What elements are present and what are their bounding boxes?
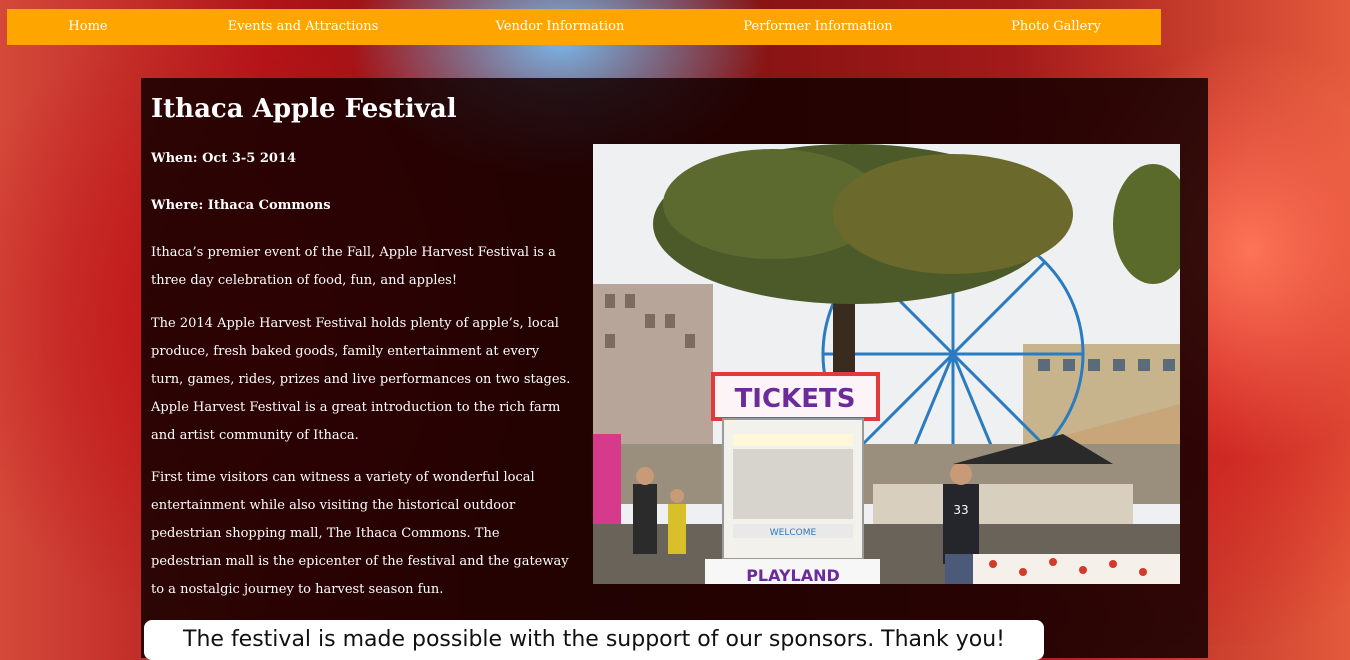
nav-home[interactable]: Home [47, 9, 129, 45]
nav-performer-information[interactable]: Performer Information [729, 9, 907, 45]
booth-welcome-text: WELCOME [770, 528, 817, 538]
shirt-number: 33 [953, 503, 968, 517]
playland-text: PLAYLAND [746, 566, 840, 584]
event-when: When: Oct 3-5 2014 [151, 151, 297, 166]
content-panel: Ithaca Apple Festival When: Oct 3-5 2014… [141, 78, 1208, 660]
nav-photo-gallery[interactable]: Photo Gallery [997, 9, 1115, 45]
visitors-paragraph: First time visitors can witness a variet… [151, 470, 569, 597]
nav-events-and-attractions[interactable]: Events and Attractions [212, 9, 394, 45]
festival-photo: 33 TICKETS WELCOME PLAYLAND [593, 144, 1180, 584]
page-title: Ithaca Apple Festival [151, 94, 457, 124]
top-nav: Home Events and Attractions Vendor Infor… [7, 9, 1161, 45]
sponsor-banner: The festival is made possible with the s… [144, 620, 1044, 660]
event-where: Where: Ithaca Commons [151, 198, 331, 213]
details-paragraph: The 2014 Apple Harvest Festival holds pl… [151, 316, 571, 443]
tickets-sign: TICKETS [735, 384, 856, 414]
intro-paragraph: Ithaca’s premier event of the Fall, Appl… [151, 245, 556, 288]
nav-vendor-information[interactable]: Vendor Information [477, 9, 643, 45]
